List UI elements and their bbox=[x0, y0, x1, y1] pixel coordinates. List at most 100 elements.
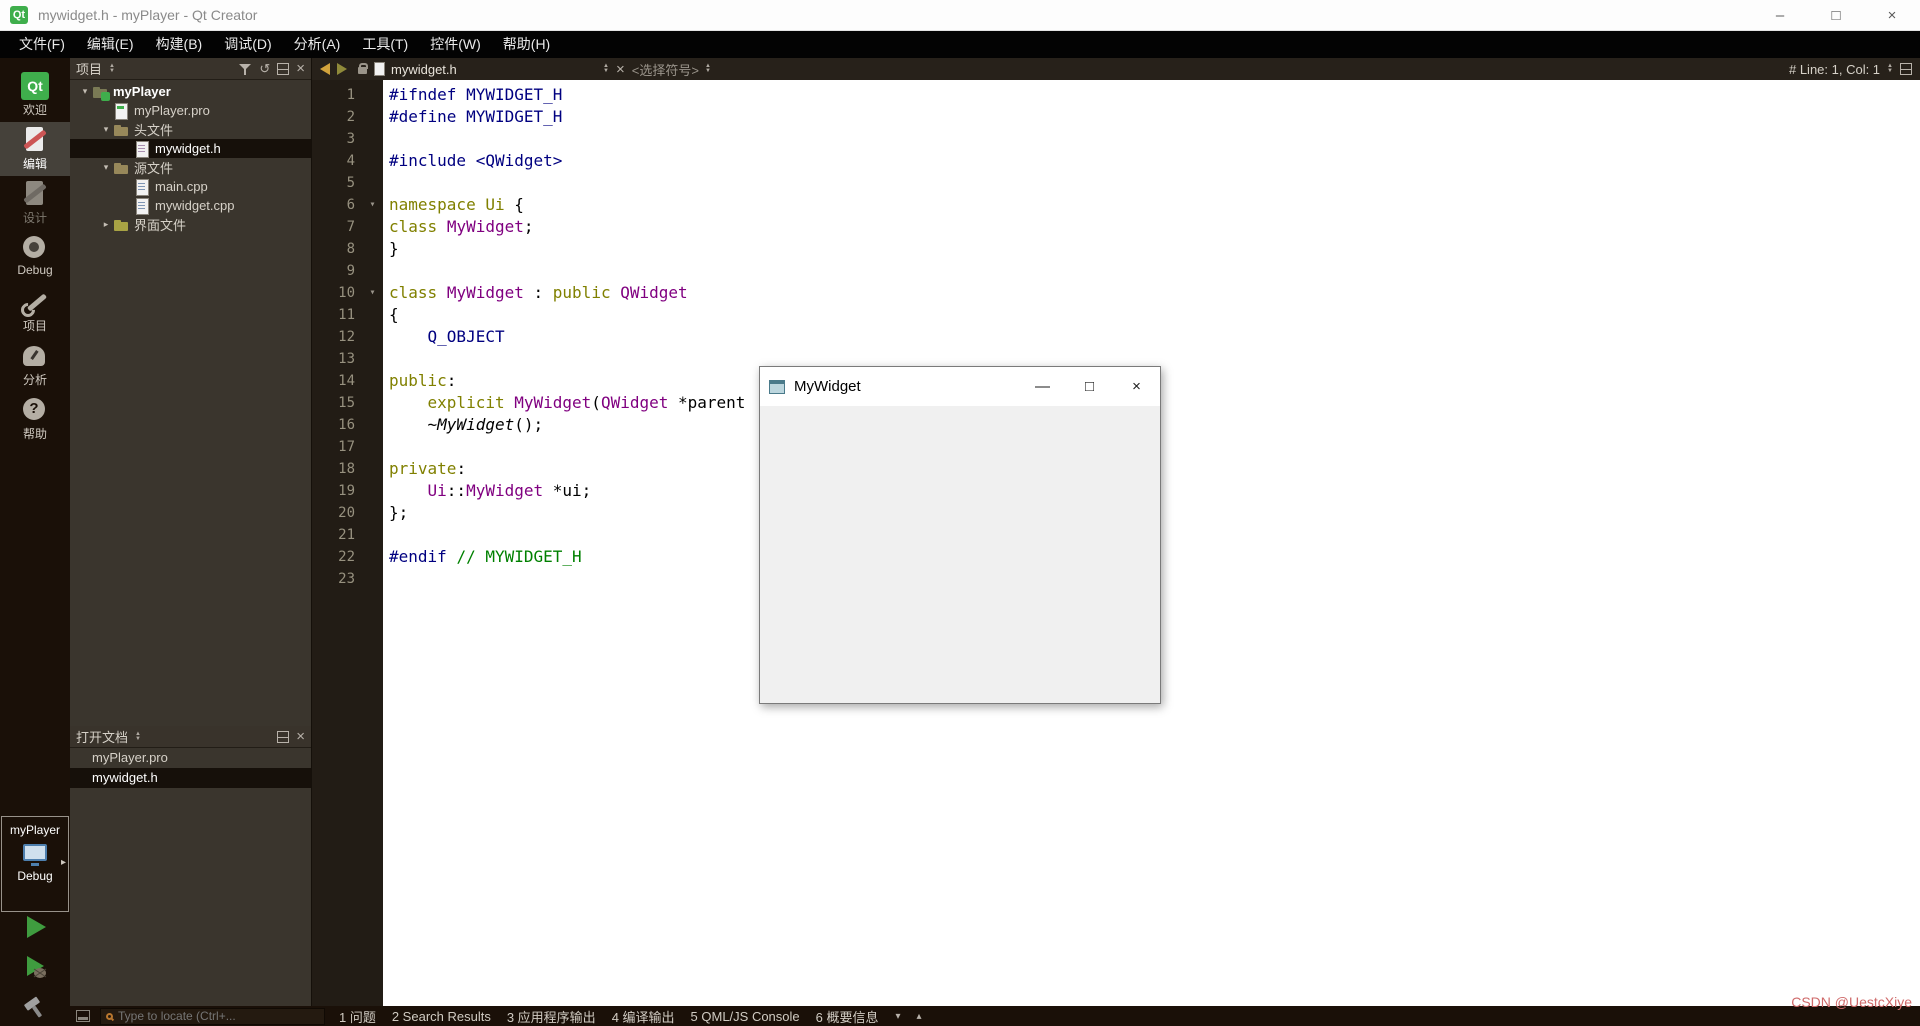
sync-with-editor-icon[interactable]: ↺ bbox=[259, 61, 270, 77]
debug-run-icon bbox=[27, 956, 47, 978]
output-pane-button[interactable]: 6 概要信息 bbox=[812, 1007, 883, 1026]
fold-gutter bbox=[362, 414, 383, 436]
mode-item-help[interactable]: 帮助 bbox=[0, 392, 70, 446]
mode-item-analyze[interactable]: 分析 bbox=[0, 338, 70, 392]
split-panel-icon[interactable] bbox=[277, 62, 290, 75]
menu-item[interactable]: 工具(T) bbox=[351, 31, 419, 58]
tree-expand-arrow-icon[interactable]: ▸ bbox=[99, 219, 113, 230]
mode-item-projects[interactable]: 项目 bbox=[0, 284, 70, 338]
code-line[interactable]: 4 #include <QWidget> bbox=[312, 150, 1920, 172]
close-panel-icon[interactable]: × bbox=[296, 60, 305, 77]
menu-item[interactable]: 控件(W) bbox=[419, 31, 492, 58]
fold-marker-icon[interactable]: ▾ bbox=[362, 282, 383, 304]
document-icon bbox=[374, 62, 385, 76]
menu-item[interactable]: 文件(F) bbox=[8, 31, 76, 58]
close-panel-icon[interactable]: × bbox=[296, 728, 305, 745]
code-line[interactable]: 8} bbox=[312, 238, 1920, 260]
tree-item-label: 源文件 bbox=[134, 161, 174, 176]
maximize-button[interactable]: □ bbox=[1808, 0, 1864, 30]
output-panes: 1 问题 2 Search Results 3 应用程序输出 4 编译输出 5 QML/… bbox=[335, 1007, 882, 1026]
panes-down-arrow-icon[interactable] bbox=[892, 1011, 903, 1022]
mode-item-design[interactable]: 设计 bbox=[0, 176, 70, 230]
code-line[interactable]: 12 Q_OBJECT bbox=[312, 326, 1920, 348]
menu-item[interactable]: 调试(D) bbox=[213, 31, 282, 58]
tree-item[interactable]: mywidget.cpp bbox=[70, 196, 311, 215]
tree-item[interactable]: ▾ 头文件 bbox=[70, 120, 311, 139]
code-line[interactable]: 5 bbox=[312, 172, 1920, 194]
tree-item[interactable]: mywidget.h bbox=[70, 139, 311, 158]
symbol-combo-arrows-icon[interactable] bbox=[705, 64, 711, 74]
project-panel-title[interactable]: 项目 bbox=[76, 59, 102, 78]
fold-marker-icon[interactable]: ▾ bbox=[362, 194, 383, 216]
debug-run-button[interactable] bbox=[0, 954, 70, 982]
code-text: #define MYWIDGET_H bbox=[389, 107, 563, 126]
app-close-button[interactable]: × bbox=[1113, 367, 1160, 406]
open-docs-title[interactable]: 打开文档 bbox=[76, 727, 128, 746]
kit-selector[interactable]: myPlayer Debug bbox=[1, 816, 69, 912]
kit-project-name: myPlayer bbox=[9, 823, 60, 837]
cursor-combo-arrows-icon[interactable] bbox=[1887, 64, 1893, 74]
fold-gutter bbox=[362, 260, 383, 282]
menu-item[interactable]: 分析(A) bbox=[283, 31, 352, 58]
minimize-button[interactable]: – bbox=[1752, 0, 1808, 30]
fold-gutter bbox=[362, 150, 383, 172]
output-pane-button[interactable]: 4 编译输出 bbox=[608, 1007, 679, 1026]
tree-collapse-arrow-icon[interactable]: ▾ bbox=[99, 124, 113, 135]
menu-item[interactable]: 帮助(H) bbox=[492, 31, 561, 58]
code-line[interactable]: 9 bbox=[312, 260, 1920, 282]
panel-combo-arrows-icon[interactable] bbox=[135, 732, 141, 742]
menu-item[interactable]: 编辑(E) bbox=[76, 31, 145, 58]
code-line[interactable]: 7 class MyWidget; bbox=[312, 216, 1920, 238]
build-button[interactable] bbox=[0, 994, 70, 1022]
mode-item-edit[interactable]: 编辑 bbox=[0, 122, 70, 176]
navigate-back-icon[interactable] bbox=[320, 63, 330, 75]
app-window-titlebar[interactable]: MyWidget — □ × bbox=[760, 367, 1160, 406]
close-button[interactable]: × bbox=[1864, 0, 1920, 30]
code-text: ~MyWidget(); bbox=[427, 415, 544, 434]
app-window[interactable]: MyWidget — □ × bbox=[759, 366, 1161, 704]
code-line[interactable]: 1 #ifndef MYWIDGET_H bbox=[312, 84, 1920, 106]
close-document-icon[interactable]: × bbox=[616, 61, 625, 78]
mode-item-welcome[interactable]: Qt 欢迎 bbox=[0, 68, 70, 122]
tree-collapse-arrow-icon[interactable]: ▾ bbox=[78, 86, 92, 97]
tree-item[interactable]: ▾ myPlayer bbox=[70, 82, 311, 101]
menu-item[interactable]: 构建(B) bbox=[145, 31, 214, 58]
app-maximize-button[interactable]: □ bbox=[1066, 367, 1113, 406]
run-button[interactable] bbox=[0, 914, 70, 942]
output-pane-button[interactable]: 2 Search Results bbox=[388, 1009, 495, 1024]
mode-item-debug[interactable]: Debug bbox=[0, 230, 70, 284]
app-minimize-button[interactable]: — bbox=[1019, 367, 1066, 406]
tree-item[interactable]: ▾ 源文件 bbox=[70, 158, 311, 177]
toggle-output-panes-icon[interactable] bbox=[76, 1010, 90, 1022]
hammer-icon bbox=[24, 996, 42, 1018]
fold-gutter bbox=[362, 128, 383, 150]
symbol-selector[interactable]: <选择符号> bbox=[632, 60, 711, 79]
open-doc-item[interactable]: myPlayer.pro bbox=[70, 748, 311, 768]
filter-icon[interactable] bbox=[238, 62, 252, 76]
locator[interactable] bbox=[100, 1007, 325, 1025]
code-line[interactable]: 11 { bbox=[312, 304, 1920, 326]
code-line[interactable]: 10 ▾ class MyWidget : public QWidget bbox=[312, 282, 1920, 304]
open-doc-item[interactable]: mywidget.h bbox=[70, 768, 311, 788]
mode-label: 设计 bbox=[22, 211, 47, 225]
tree-item[interactable]: main.cpp bbox=[70, 177, 311, 196]
split-panel-icon[interactable] bbox=[277, 730, 290, 743]
tree-item[interactable]: myPlayer.pro bbox=[70, 101, 311, 120]
document-combo-arrows-icon[interactable] bbox=[603, 64, 609, 74]
search-icon bbox=[106, 1012, 113, 1020]
locator-input[interactable] bbox=[118, 1009, 319, 1023]
split-editor-icon[interactable] bbox=[1900, 63, 1912, 75]
code-line[interactable]: 2 #define MYWIDGET_H bbox=[312, 106, 1920, 128]
code-line[interactable]: 3 bbox=[312, 128, 1920, 150]
tree-item[interactable]: ▸ 界面文件 bbox=[70, 215, 311, 234]
navigate-forward-icon[interactable] bbox=[337, 63, 347, 75]
output-pane-button[interactable]: 5 QML/JS Console bbox=[687, 1009, 804, 1024]
panel-combo-arrows-icon[interactable] bbox=[109, 64, 115, 74]
output-pane-button[interactable]: 1 问题 bbox=[335, 1007, 380, 1026]
tree-collapse-arrow-icon[interactable]: ▾ bbox=[99, 162, 113, 173]
fold-gutter bbox=[362, 172, 383, 194]
panes-up-arrow-icon[interactable] bbox=[914, 1011, 925, 1022]
document-selector[interactable]: mywidget.h bbox=[374, 62, 609, 77]
output-pane-button[interactable]: 3 应用程序输出 bbox=[503, 1007, 600, 1026]
code-line[interactable]: 6 ▾ namespace Ui { bbox=[312, 194, 1920, 216]
